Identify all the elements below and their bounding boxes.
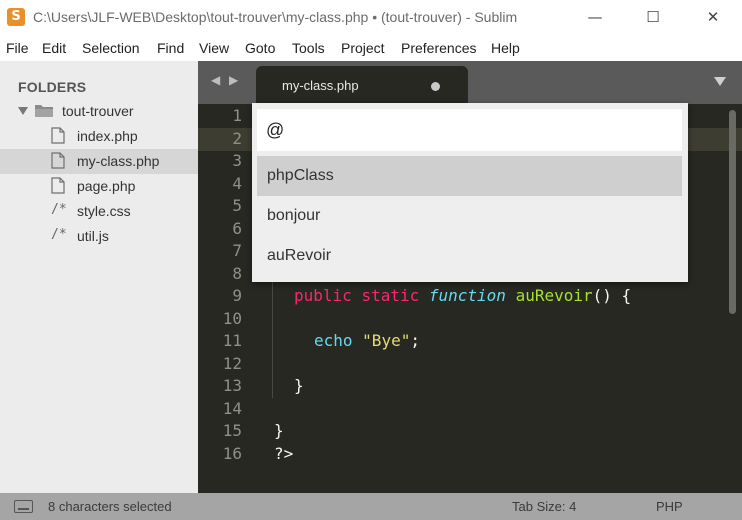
menu-help[interactable]: Help <box>491 40 520 56</box>
goto-symbol-panel: phpClass bonjour auRevoir <box>252 103 688 282</box>
code-builtin: echo <box>314 331 353 350</box>
sublime-app-icon: S <box>7 8 25 26</box>
menu-view[interactable]: View <box>199 40 229 56</box>
code-line-9: public static function auRevoir() { <box>294 286 631 305</box>
symbol-item[interactable]: auRevoir <box>257 236 682 276</box>
symbol-item[interactable]: phpClass <box>257 156 682 196</box>
code-line-13: } <box>294 376 304 395</box>
code-comment-icon: /* <box>51 227 67 242</box>
line-number: 2 <box>232 129 242 148</box>
line-number: 9 <box>232 286 242 305</box>
line-number: 12 <box>222 354 242 373</box>
line-number: 10 <box>222 309 242 328</box>
file-label: page.php <box>77 178 136 194</box>
file-label: util.js <box>77 228 109 244</box>
code-storage-type: function <box>428 286 506 305</box>
line-number: 6 <box>232 219 242 238</box>
file-label: my-class.php <box>77 153 160 169</box>
disclosure-triangle-icon[interactable] <box>18 107 28 115</box>
minimize-button[interactable]: — <box>572 0 618 34</box>
tab-list-dropdown-icon[interactable] <box>714 77 726 86</box>
line-number: 13 <box>222 376 242 395</box>
tab-size-button[interactable]: Tab Size: 4 <box>512 499 576 514</box>
code-comment-icon: /* <box>51 202 67 217</box>
tab-label: my-class.php <box>282 78 359 93</box>
code-function-name: auRevoir <box>515 286 593 305</box>
maximize-button[interactable]: ☐ <box>630 0 676 34</box>
code-line-16: ?> <box>274 444 294 463</box>
line-number: 7 <box>232 241 242 260</box>
file-icon <box>51 177 65 194</box>
indent-guide <box>272 274 273 398</box>
line-number: 14 <box>222 399 242 418</box>
unsaved-dot-icon[interactable] <box>431 82 440 91</box>
folder-icon <box>35 105 53 117</box>
menu-file[interactable]: File <box>6 40 29 56</box>
tab-bar: ◀ ▶ my-class.php <box>198 61 742 104</box>
line-number: 3 <box>232 151 242 170</box>
line-number: 11 <box>222 331 242 350</box>
tab-my-class[interactable]: my-class.php <box>256 66 468 104</box>
line-number: 8 <box>232 264 242 283</box>
menu-selection[interactable]: Selection <box>82 40 140 56</box>
syntax-button[interactable]: PHP <box>656 499 683 514</box>
line-number: 5 <box>232 196 242 215</box>
code-punctuation: () { <box>592 286 632 305</box>
code-keyword: static <box>361 286 420 305</box>
title-bar: S C:\Users\JLF-WEB\Desktop\tout-trouver\… <box>0 0 742 36</box>
sidebar-folder-tout-trouver[interactable]: tout-trouver <box>0 99 198 124</box>
tab-next-icon[interactable]: ▶ <box>229 73 238 87</box>
code-line-11: echo "Bye"; <box>314 331 420 350</box>
symbol-item[interactable]: bonjour <box>257 196 682 236</box>
menu-find[interactable]: Find <box>157 40 184 56</box>
window-title: C:\Users\JLF-WEB\Desktop\tout-trouver\my… <box>33 9 518 25</box>
sidebar-file-page[interactable]: page.php <box>0 174 198 199</box>
panel-toggle-icon[interactable] <box>14 500 33 513</box>
code-string: "Bye" <box>362 331 411 350</box>
menu-preferences[interactable]: Preferences <box>401 40 476 56</box>
line-number: 1 <box>232 106 242 125</box>
tab-prev-icon[interactable]: ◀ <box>211 73 220 87</box>
file-label: style.css <box>77 203 131 219</box>
folders-heading: FOLDERS <box>18 79 87 95</box>
menu-tools[interactable]: Tools <box>292 40 325 56</box>
line-number: 16 <box>222 444 242 463</box>
sidebar-file-util[interactable]: /* util.js <box>0 224 198 249</box>
file-icon <box>51 152 65 169</box>
line-number: 4 <box>232 174 242 193</box>
status-bar: 8 characters selected Tab Size: 4 PHP <box>0 493 742 520</box>
code-line-15: } <box>274 421 284 440</box>
menu-goto[interactable]: Goto <box>245 40 275 56</box>
sidebar-file-style[interactable]: /* style.css <box>0 199 198 224</box>
code-keyword: public <box>294 286 352 305</box>
sidebar: FOLDERS tout-trouver index.php my-class.… <box>0 61 198 493</box>
goto-symbol-input[interactable] <box>257 109 682 151</box>
menu-project[interactable]: Project <box>341 40 385 56</box>
menu-edit[interactable]: Edit <box>42 40 66 56</box>
line-number: 15 <box>222 421 242 440</box>
sidebar-file-my-class[interactable]: my-class.php <box>0 149 198 174</box>
file-label: index.php <box>77 128 138 144</box>
folder-label: tout-trouver <box>62 103 134 119</box>
close-button[interactable]: ✕ <box>690 0 736 34</box>
code-punctuation: ; <box>410 331 420 350</box>
sidebar-file-index[interactable]: index.php <box>0 124 198 149</box>
editor-scrollbar[interactable] <box>729 110 736 314</box>
menu-bar: File Edit Selection Find View Goto Tools… <box>0 36 742 61</box>
selection-status: 8 characters selected <box>48 499 172 514</box>
file-icon <box>51 127 65 144</box>
